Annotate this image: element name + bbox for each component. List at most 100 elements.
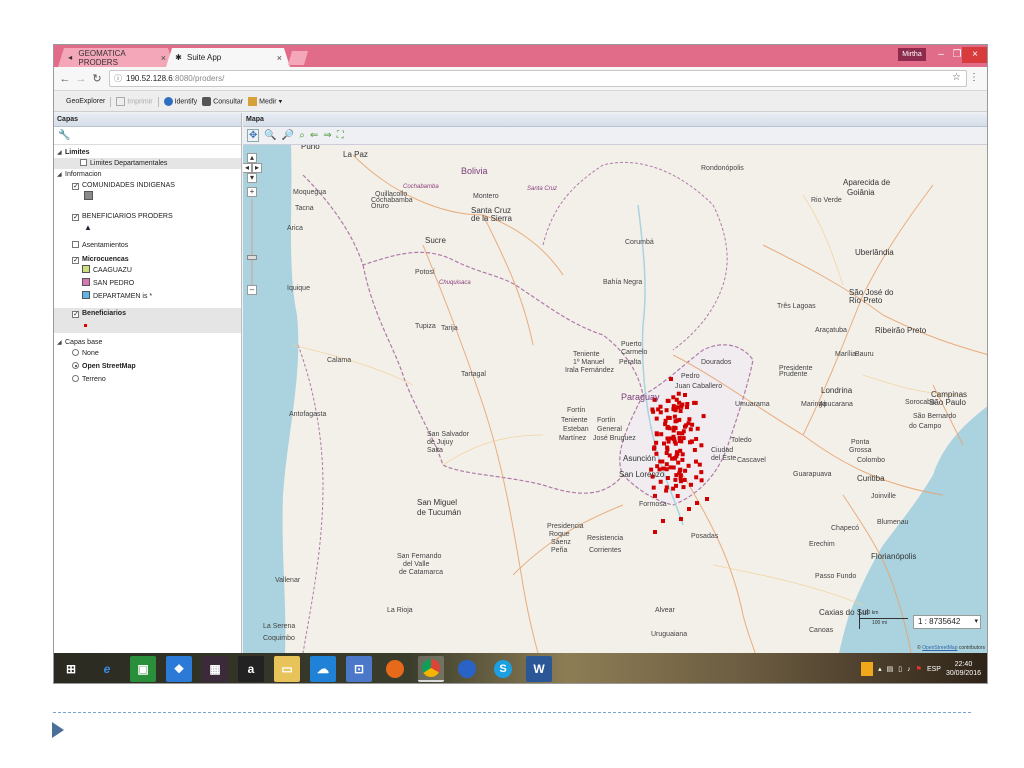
volume-icon[interactable]: ♪ [907,666,911,673]
beneficiario-marker[interactable] [651,485,656,490]
close-icon[interactable]: × [277,53,282,63]
new-tab-button[interactable] [288,51,308,65]
beneficiario-marker[interactable] [679,517,683,521]
star-icon[interactable]: ☆ [952,72,961,83]
consultar-button[interactable]: Consultar [202,97,243,106]
layer-microcuencas[interactable]: ✓ Microcuencas [54,254,241,265]
beneficiario-marker[interactable] [689,482,693,487]
beneficiario-marker[interactable] [682,478,687,482]
chrome-icon[interactable] [418,656,444,682]
beneficiario-marker[interactable] [692,448,697,452]
clock[interactable]: 22:40 30/09/2016 [946,660,981,678]
beneficiario-marker[interactable] [678,448,683,453]
openstreetmap-link[interactable]: OpenStreetMap [922,645,957,651]
zoom-slider-knob[interactable] [247,255,257,260]
beneficiario-marker[interactable] [683,468,688,473]
amazon-icon[interactable]: a [238,656,264,682]
group-capas-base[interactable]: ◢ Capas base [54,337,241,348]
beneficiario-marker[interactable] [652,445,657,450]
battery-icon[interactable]: ▯ [898,665,902,673]
beneficiario-marker[interactable] [676,431,681,436]
beneficiario-marker[interactable] [664,485,669,490]
pan-down-icon[interactable]: ▾ [247,173,257,183]
beneficiario-marker[interactable] [663,422,668,427]
beneficiario-marker[interactable] [658,479,663,484]
beneficiario-marker[interactable] [681,436,686,441]
pan-right-icon[interactable]: ▸ [252,163,262,173]
beneficiario-marker[interactable] [653,530,657,534]
map-canvas[interactable]: Puno La Paz Bolivia Cochabamba Santa Cruz Qui… [243,145,987,653]
layer-beneficiarios-proders[interactable]: ✓ BENEFICIARIOS PRODERS [54,211,241,222]
network-tray-icon[interactable]: ▤ [887,665,894,673]
beneficiario-marker[interactable] [662,441,666,446]
photos-icon[interactable]: ▦ [202,656,228,682]
beneficiario-marker[interactable] [674,473,679,478]
beneficiario-marker[interactable] [672,456,677,461]
measure-button[interactable]: Medir ▾ [248,97,282,106]
info-icon[interactable]: ⓘ [114,74,122,83]
beneficiario-marker[interactable] [654,416,659,421]
beneficiario-marker[interactable] [659,432,664,437]
zoom-in-icon[interactable]: 🔍 [264,130,276,141]
beneficiario-marker[interactable] [680,431,685,436]
pan-left-icon[interactable]: ◂ [243,163,252,173]
beneficiario-marker[interactable] [705,497,709,501]
identify-button[interactable]: Identify [163,97,197,106]
url-input[interactable]: ⓘ 190.52.128.6:8080/proders/ [109,70,967,87]
beneficiario-marker[interactable] [683,424,687,429]
full-extent-icon[interactable]: ⛶ [337,130,344,141]
beneficiario-marker[interactable] [673,408,678,413]
beneficiario-marker[interactable] [699,478,704,483]
store-icon[interactable]: ▣ [130,656,156,682]
layer-comunidades-indigenas[interactable]: ✓ COMUNIDADES INDIGENAS [54,180,241,191]
previous-extent-icon[interactable]: ⇐ [310,130,318,141]
beneficiario-marker[interactable] [654,431,659,436]
beneficiario-marker[interactable] [656,407,661,412]
beneficiario-marker[interactable] [687,507,691,511]
beneficiario-marker[interactable] [665,447,670,452]
beneficiario-marker[interactable] [666,399,671,403]
beneficiario-marker[interactable] [672,414,677,419]
beneficiario-marker[interactable] [692,400,697,405]
forward-arrow-icon[interactable]: → [74,71,88,87]
reload-icon[interactable]: ↻ [90,71,104,87]
group-limites[interactable]: ◢ Limites [54,147,241,158]
beneficiario-marker[interactable] [651,409,656,414]
beneficiario-marker[interactable] [695,501,699,505]
geoexplorer-button[interactable]: GeoExplorer [66,98,105,105]
beneficiario-marker[interactable] [664,408,669,413]
checkbox-checked[interactable]: ✓ [72,311,79,318]
network-icon[interactable]: ⊡ [346,656,372,682]
back-arrow-icon[interactable]: ← [58,71,72,87]
beneficiario-marker[interactable] [694,459,698,464]
beneficiario-marker[interactable] [681,485,686,490]
checkbox-checked[interactable]: ✓ [72,214,79,221]
pan-icon[interactable]: ✥ [247,129,260,142]
baselayer-openstreetmap[interactable]: Open StreetMap [54,361,241,374]
radio-selected[interactable] [72,362,79,369]
menu-dots-icon[interactable]: ⋮ [969,72,979,83]
beneficiario-marker[interactable] [678,409,683,413]
file-explorer-icon[interactable]: ▭ [274,656,300,682]
beneficiario-marker[interactable] [673,426,678,431]
layer-asentamientos[interactable]: Asentamientos [54,240,241,251]
pan-up-icon[interactable]: ▴ [247,153,257,163]
checkbox-checked[interactable]: ✓ [72,183,79,190]
zoom-control[interactable]: ▴ ◂ ▸ ▾ + – [243,153,262,295]
beneficiario-marker[interactable] [664,462,669,467]
beneficiario-marker[interactable] [701,414,706,419]
zoom-in-button[interactable]: + [247,187,257,197]
beneficiario-marker[interactable] [667,416,672,420]
beneficiario-marker[interactable] [658,459,663,464]
group-informacion[interactable]: ◢ Informacion [54,169,241,180]
close-window-icon[interactable]: × [962,47,987,63]
close-icon[interactable]: × [161,53,166,63]
checkbox[interactable] [80,159,87,166]
beneficiario-marker[interactable] [687,417,692,422]
beneficiario-marker[interactable] [680,452,685,457]
beneficiario-marker[interactable] [680,402,685,407]
beneficiario-marker[interactable] [653,493,657,498]
beneficiario-marker[interactable] [664,451,669,455]
radio[interactable] [72,375,79,382]
beneficiario-marker[interactable] [678,476,683,481]
